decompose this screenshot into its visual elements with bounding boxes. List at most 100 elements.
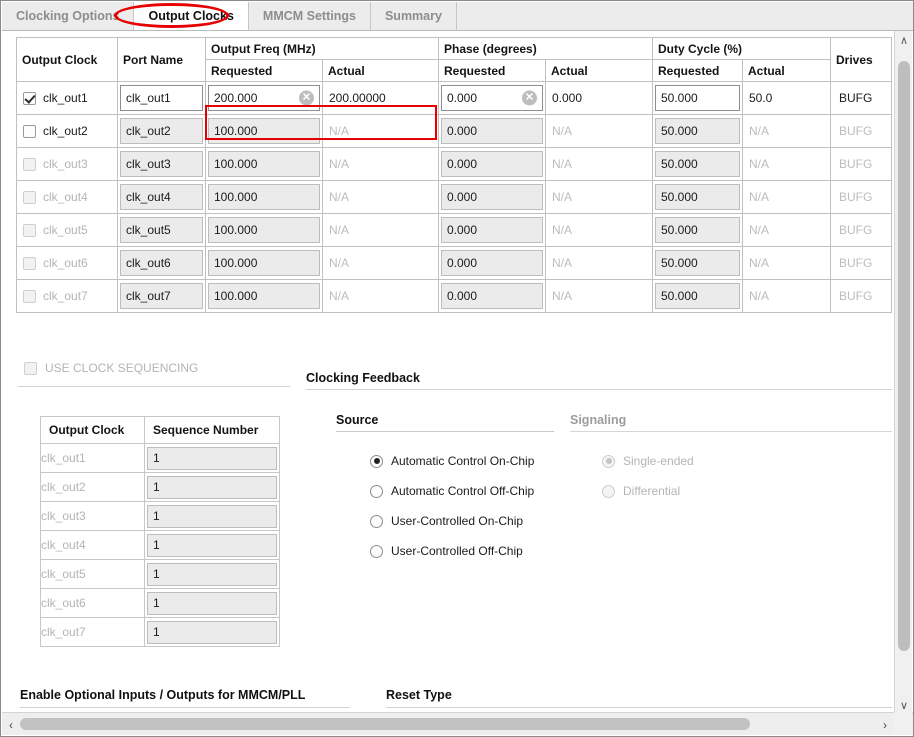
cell-freq-requested[interactable]: 100.000 [205,147,323,181]
cell-phase-requested[interactable]: 0.000 [438,246,546,280]
cell-freq-requested[interactable]: 200.000 ✕ [205,81,323,115]
freq-requested-input[interactable]: 100.000 [208,184,320,210]
horizontal-scrollbar[interactable]: ‹ › [2,712,913,735]
radio-user-controlled-off-chip[interactable]: User-Controlled Off-Chip [370,539,534,563]
cell-phase-requested[interactable]: 0.000 [438,213,546,247]
checkbox-icon[interactable] [23,91,36,105]
clear-icon[interactable]: ✕ [299,90,314,106]
tab-output-clocks[interactable]: Output Clocks [134,2,249,30]
cell-freq-requested[interactable]: 100.000 [205,213,323,247]
cell-freq-requested[interactable]: 100.000 [205,246,323,280]
cell-duty-requested[interactable]: 50.000 [652,81,743,115]
phase-requested-input[interactable]: 0.000 [441,217,543,243]
cell-output-clock[interactable]: clk_out2 [16,114,118,148]
scroll-left-icon[interactable]: ‹ [2,713,20,736]
duty-requested-input[interactable]: 50.000 [655,118,740,144]
vertical-scrollbar[interactable]: ∧ ∨ [894,31,912,714]
radio-automatic-control-off-chip[interactable]: Automatic Control Off-Chip [370,479,534,503]
radio-label: User-Controlled On-Chip [391,514,524,528]
freq-requested-input[interactable]: 100.000 [208,151,320,177]
duty-requested-input[interactable]: 50.000 [655,151,740,177]
port-name-input[interactable]: clk_out4 [120,184,203,210]
seq-clock-label: clk_out6 [40,588,145,618]
freq-requested-input[interactable]: 100.000 [208,283,320,309]
radio-automatic-control-on-chip[interactable]: Automatic Control On-Chip [370,449,534,473]
cell-phase-requested[interactable]: 0.000 [438,180,546,214]
radio-differential: Differential [602,479,694,503]
cell-port-name[interactable]: clk_out5 [117,213,206,247]
duty-requested-input[interactable]: 50.000 [655,283,740,309]
port-name-input[interactable]: clk_out5 [120,217,203,243]
phase-requested-input[interactable]: 0.000 [441,184,543,210]
scroll-up-icon[interactable]: ∧ [895,32,913,48]
tab-summary[interactable]: Summary [371,2,457,30]
cell-port-name[interactable]: clk_out2 [117,114,206,148]
freq-requested-input[interactable]: 100.000 [208,250,320,276]
tab-mmcm-settings[interactable]: MMCM Settings [249,2,371,30]
checkbox-icon [23,256,36,270]
phase-requested-input[interactable]: 0.000 ✕ [441,85,543,111]
clock-name-label: clk_out5 [43,223,88,237]
cell-freq-requested[interactable]: 100.000 [205,279,323,313]
clear-icon[interactable]: ✕ [522,90,537,106]
duty-requested-input[interactable]: 50.000 [655,250,740,276]
optional-io-divider [20,707,350,708]
tab-label: Clocking Options [16,9,120,23]
clock-enable-checkbox-wrap[interactable]: clk_out1 [17,82,117,114]
tab-clocking-options[interactable]: Clocking Options [2,2,135,30]
cell-duty-requested[interactable]: 50.000 [652,180,743,214]
port-name-input[interactable]: clk_out6 [120,250,203,276]
sequence-number-value: 1 [153,509,160,523]
cell-port-name[interactable]: clk_out3 [117,147,206,181]
phase-requested-input[interactable]: 0.000 [441,151,543,177]
port-name-input[interactable]: clk_out1 [120,85,203,111]
cell-port-name[interactable]: clk_out4 [117,180,206,214]
cell-freq-actual: 200.00000 [322,81,439,115]
cell-output-clock[interactable]: clk_out1 [16,81,118,115]
freq-requested-input[interactable]: 100.000 [208,217,320,243]
cell-freq-requested[interactable]: 100.000 [205,180,323,214]
radio-icon[interactable] [370,514,383,528]
cell-duty-requested[interactable]: 50.000 [652,147,743,181]
cell-freq-requested[interactable]: 100.000 [205,114,323,148]
cell-port-name[interactable]: clk_out6 [117,246,206,280]
cell-phase-requested[interactable]: 0.000 [438,114,546,148]
horizontal-scroll-thumb[interactable] [20,718,750,730]
scroll-right-icon[interactable]: › [876,713,894,736]
cell-duty-requested[interactable]: 50.000 [652,279,743,313]
phase-requested-value: 0.000 [447,223,478,237]
cell-port-name[interactable]: clk_out1 [117,81,206,115]
phase-requested-input[interactable]: 0.000 [441,283,543,309]
radio-icon[interactable] [370,484,383,498]
port-name-input[interactable]: clk_out7 [120,283,203,309]
radio-icon[interactable] [370,544,383,558]
cell-phase-requested[interactable]: 0.000 ✕ [438,81,546,115]
phase-requested-input[interactable]: 0.000 [441,118,543,144]
cell-duty-actual: N/A [742,246,831,280]
freq-requested-input[interactable]: 100.000 [208,118,320,144]
scroll-down-icon[interactable]: ∨ [895,697,913,713]
cell-duty-requested[interactable]: 50.000 [652,114,743,148]
duty-actual-value: N/A [749,223,770,237]
freq-requested-value: 100.000 [214,190,258,204]
phase-requested-input[interactable]: 0.000 [441,250,543,276]
freq-requested-input[interactable]: 200.000 ✕ [208,85,320,111]
tab-bar-filler [457,2,913,30]
duty-requested-input[interactable]: 50.000 [655,184,740,210]
clock-enable-checkbox-wrap[interactable]: clk_out2 [17,115,117,147]
cell-duty-requested[interactable]: 50.000 [652,246,743,280]
port-name-input[interactable]: clk_out2 [120,118,203,144]
vertical-scroll-thumb[interactable] [898,61,910,651]
duty-requested-input[interactable]: 50.000 [655,85,740,111]
cell-phase-requested[interactable]: 0.000 [438,279,546,313]
cell-drives: BUFG [830,114,892,148]
cell-port-name[interactable]: clk_out7 [117,279,206,313]
radio-user-controlled-on-chip[interactable]: User-Controlled On-Chip [370,509,534,533]
sequence-number-input: 1 [147,446,277,470]
radio-icon[interactable] [370,454,383,468]
cell-duty-requested[interactable]: 50.000 [652,213,743,247]
checkbox-icon[interactable] [23,124,36,138]
cell-phase-requested[interactable]: 0.000 [438,147,546,181]
port-name-input[interactable]: clk_out3 [120,151,203,177]
duty-requested-input[interactable]: 50.000 [655,217,740,243]
